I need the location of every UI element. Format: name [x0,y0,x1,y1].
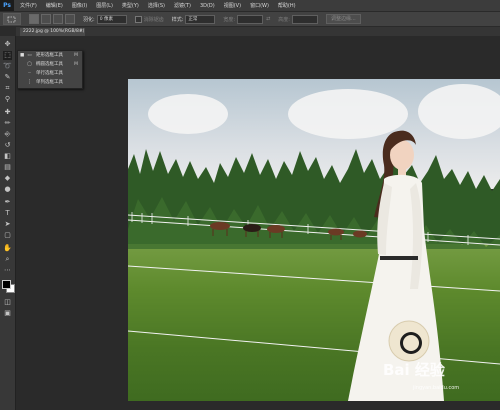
shape-tool-icon[interactable]: ▢ [3,231,12,240]
flyout-item-label: 单列选框工具 [36,80,63,85]
menu-layer[interactable]: 图层(L) [96,2,113,9]
add-to-selection-button[interactable] [41,14,51,24]
single-column-marquee-icon: ┊ [28,80,31,85]
width-input[interactable] [237,14,264,24]
menu-3d[interactable]: 3D(D) [200,3,215,9]
menu-file[interactable]: 文件(F) [20,2,37,9]
single-row-marquee-icon: ┄ [28,71,31,76]
gradient-tool-icon[interactable]: ▤ [3,163,12,172]
flyout-item-single-column-marquee[interactable]: ┊ 单列选框工具 [18,79,82,87]
swap-width-height-icon[interactable]: ⇄ [266,16,270,22]
flyout-item-shortcut: M [74,62,78,67]
document-tab[interactable]: 2222.jpg @ 100%(RGB/8#) × [20,28,85,36]
clone-stamp-tool-icon[interactable]: ⎆ [3,130,12,139]
hand-tool-icon[interactable]: ✋ [3,244,12,253]
document-canvas-image[interactable]: Bai 经验 jingyan.baidu.com [128,79,500,401]
move-tool-icon[interactable]: ✥ [3,40,12,49]
flyout-item-label: 矩形选框工具 [36,53,63,58]
refine-edge-button[interactable]: 调整边缘... [325,14,361,24]
menu-image[interactable]: 图像(I) [72,2,87,9]
blur-tool-icon[interactable]: ◆ [3,174,12,183]
brush-tool-icon[interactable]: ✏ [3,119,12,128]
quick-selection-tool-icon[interactable]: ✎ [3,73,12,82]
eraser-tool-icon[interactable]: ◧ [3,152,12,161]
style-label: 样式: [171,16,184,23]
rect-marquee-icon: ▭ [27,53,32,58]
menu-bar: Ps 文件(F) 编辑(E) 图像(I) 图层(L) 类型(Y) 选择(S) 滤… [0,0,500,12]
menu-help[interactable]: 帮助(H) [278,2,296,9]
quick-mask-icon[interactable]: ◫ [3,298,12,307]
watermark-url: jingyan.baidu.com [413,385,460,391]
document-tab-title: 2222.jpg @ 100%(RGB/8#) [23,29,85,34]
healing-brush-tool-icon[interactable]: ✚ [3,108,12,117]
menu-filter[interactable]: 滤镜(T) [174,2,191,9]
antialias-label: 消除锯齿 [143,16,164,23]
new-selection-button[interactable] [29,14,39,24]
foreground-color-swatch[interactable] [2,280,11,289]
document-tab-bar: 2222.jpg @ 100%(RGB/8#) × [16,27,500,36]
menu-select[interactable]: 选择(S) [148,2,165,9]
type-tool-icon[interactable]: T [3,209,12,218]
selected-tool-mark: ■ [20,53,25,58]
subtract-from-selection-button[interactable] [53,14,63,24]
screen-mode-icon[interactable]: ▣ [3,309,12,318]
style-select[interactable]: 正常 [185,14,216,24]
marquee-tool-icon[interactable]: ⬚ [3,51,12,60]
photo-scene [128,130,500,401]
history-brush-tool-icon[interactable]: ↺ [3,141,12,150]
ellipse-marquee-icon: ◯ [26,62,33,67]
watermark-logo: Bai 经验 [383,361,445,379]
menu-window[interactable]: 窗口(W) [250,2,269,9]
photoshop-logo-icon: Ps [0,0,14,11]
tool-preset-picker[interactable] [3,13,21,25]
height-input[interactable] [291,14,318,24]
toolbox: ✥ ⬚ ➰ ✎ ⌗ ⚲ ✚ ✏ ⎆ ↺ ◧ ▤ ◆ ● ✒ T ➤ ▢ ✋ ⌕ … [0,36,16,410]
antialias-checkbox[interactable] [134,15,142,23]
pen-tool-icon[interactable]: ✒ [3,198,12,207]
more-tools-icon[interactable]: ⋯ [3,266,12,275]
flyout-item-ellipse-marquee[interactable]: ◯ 椭圆选框工具 M [18,61,82,69]
menu-view[interactable]: 视图(V) [224,2,241,9]
crop-tool-icon[interactable]: ⌗ [3,84,12,93]
close-tab-icon[interactable]: × [79,28,83,36]
zoom-tool-icon[interactable]: ⌕ [3,255,12,264]
path-selection-tool-icon[interactable]: ➤ [3,220,12,229]
flyout-item-label: 单行选框工具 [36,71,63,76]
flyout-item-shortcut: M [74,53,78,58]
flyout-item-label: 椭圆选框工具 [36,62,63,67]
flyout-item-single-row-marquee[interactable]: ┄ 单行选框工具 [18,70,82,78]
lasso-tool-icon[interactable]: ➰ [3,62,12,71]
dodge-tool-icon[interactable]: ● [3,185,12,194]
marquee-tool-flyout-menu: ■ ▭ 矩形选框工具 M ◯ 椭圆选框工具 M ┄ 单行选框工具 ┊ 单列选框工… [17,50,83,89]
eyedropper-tool-icon[interactable]: ⚲ [3,95,12,104]
height-label: 高度: [278,16,290,23]
menu-edit[interactable]: 编辑(E) [46,2,63,9]
intersect-selection-button[interactable] [65,14,75,24]
width-label: 宽度: [223,16,236,23]
rect-marquee-preset-icon [7,16,16,22]
options-bar: 羽化: 0 像素 消除锯齿 样式: 正常 宽度: ⇄ 高度: 调整边缘... [0,12,500,27]
menu-type[interactable]: 类型(Y) [122,2,139,9]
feather-input[interactable]: 0 像素 [96,14,127,24]
feather-label: 羽化: [83,16,95,23]
flyout-item-rect-marquee[interactable]: ■ ▭ 矩形选框工具 M [18,52,82,60]
